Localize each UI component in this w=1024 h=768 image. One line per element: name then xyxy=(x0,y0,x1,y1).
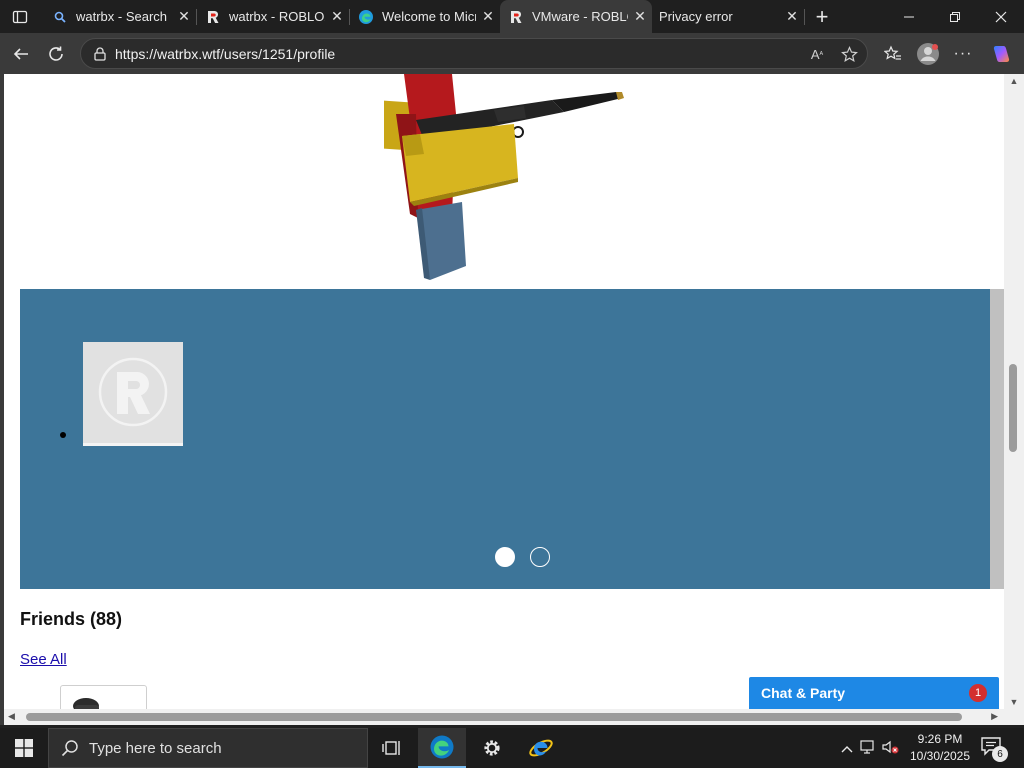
refresh-icon xyxy=(49,46,63,61)
tab-label: VMware - ROBLO xyxy=(532,9,628,24)
friends-heading: Friends (88) xyxy=(20,609,123,629)
start-button[interactable] xyxy=(0,728,48,768)
favorites-button[interactable] xyxy=(878,39,908,69)
taskbar-internet-explorer-app[interactable] xyxy=(517,728,565,768)
notification-center-button[interactable]: 6 xyxy=(980,736,1008,762)
tab-watrbx-search[interactable]: watrbx - Search ✕ xyxy=(44,0,196,33)
back-arrow-icon xyxy=(13,48,28,60)
close-tab-icon[interactable]: ✕ xyxy=(476,5,500,29)
close-icon xyxy=(995,11,1007,22)
tab-welcome-microsoft[interactable]: Welcome to Micr ✕ xyxy=(350,0,500,33)
clock-date: 10/30/2025 xyxy=(909,749,971,763)
carousel-item-thumbnail[interactable] xyxy=(83,342,183,446)
new-tab-button[interactable]: + xyxy=(808,3,836,31)
roblox-logo-placeholder-icon xyxy=(98,357,168,427)
badge-carousel xyxy=(20,289,990,589)
tab-actions-button[interactable] xyxy=(0,0,40,33)
edge-icon xyxy=(358,9,374,25)
tab-privacy-error[interactable]: Privacy error ✕ xyxy=(652,0,804,33)
favorite-star-icon[interactable] xyxy=(839,44,859,64)
roblox-icon xyxy=(508,9,524,25)
edge-icon xyxy=(430,735,454,759)
plus-icon: + xyxy=(815,4,829,29)
tab-actions-icon xyxy=(12,10,28,23)
site-info-icon[interactable] xyxy=(91,45,109,63)
browser-toolbar: https://watrbx.wtf/users/1251/profile Aᴬ… xyxy=(0,33,1024,74)
page-content: Friends (88) See All Chat & Party 1 xyxy=(4,74,1004,709)
close-tab-icon[interactable]: ✕ xyxy=(780,5,804,29)
url-text[interactable]: https://watrbx.wtf/users/1251/profile xyxy=(115,46,335,62)
address-bar[interactable]: https://watrbx.wtf/users/1251/profile Aᴬ xyxy=(80,38,868,69)
system-tray xyxy=(838,728,904,768)
carousel-side-scroll xyxy=(990,289,1004,589)
avatar-3d-render xyxy=(384,74,624,280)
taskbar-search-box[interactable]: Type here to search xyxy=(48,728,368,768)
close-tab-icon[interactable]: ✕ xyxy=(172,5,196,29)
search-placeholder: Type here to search xyxy=(89,739,222,757)
tab-label: Privacy error xyxy=(659,9,733,24)
browser-tab-strip: watrbx - Search ✕ watrbx - ROBLOX ✕ Welc… xyxy=(0,0,1024,33)
horizontal-scrollbar[interactable]: ◀ ▶ xyxy=(4,709,1004,725)
search-icon xyxy=(52,9,68,25)
minimize-button[interactable] xyxy=(886,0,932,33)
avatar-icon xyxy=(917,43,939,65)
restore-icon xyxy=(950,11,960,22)
avatar-render xyxy=(4,74,1004,289)
back-button[interactable] xyxy=(6,39,36,69)
clock-time: 9:26 PM xyxy=(917,732,963,746)
taskbar-settings-app[interactable] xyxy=(468,728,516,768)
scroll-up-arrow-icon[interactable]: ▲ xyxy=(1008,76,1020,86)
taskbar-clock[interactable]: 9:26 PM 10/30/2025 xyxy=(906,731,974,765)
close-tab-icon[interactable]: ✕ xyxy=(325,5,349,29)
scroll-down-arrow-icon[interactable]: ▼ xyxy=(1008,697,1020,707)
favorites-icon xyxy=(884,45,901,60)
chat-label: Chat & Party xyxy=(761,685,846,701)
refresh-button[interactable] xyxy=(41,39,71,69)
restore-button[interactable] xyxy=(932,0,978,33)
tab-label: watrbx - Search xyxy=(76,9,168,24)
internet-explorer-icon xyxy=(529,739,553,757)
tab-watrbx-roblox[interactable]: watrbx - ROBLOX ✕ xyxy=(197,0,349,33)
windows-taskbar: Type here to search 9:26 PM 10/30/2025 6 xyxy=(0,728,1024,768)
see-all-friends-link[interactable]: See All xyxy=(20,651,67,668)
more-dots-icon: ··· xyxy=(953,45,973,62)
search-icon xyxy=(61,740,78,757)
copilot-button[interactable] xyxy=(986,39,1016,69)
carousel-dot-2[interactable] xyxy=(530,547,550,567)
task-view-button[interactable] xyxy=(368,728,416,768)
close-tab-icon[interactable]: ✕ xyxy=(628,5,652,29)
scrollbar-corner xyxy=(1004,709,1024,725)
list-bullet xyxy=(60,432,66,438)
copilot-icon xyxy=(993,46,1010,62)
chat-and-party-bar[interactable]: Chat & Party 1 xyxy=(749,677,999,709)
read-aloud-icon[interactable]: Aᴬ xyxy=(807,44,827,64)
notification-count-badge: 6 xyxy=(992,746,1008,762)
volume-muted-icon[interactable] xyxy=(882,740,904,757)
gear-icon xyxy=(484,740,500,756)
show-hidden-icons-chevron-icon[interactable] xyxy=(838,741,856,756)
scroll-left-arrow-icon[interactable]: ◀ xyxy=(8,711,15,722)
roblox-icon xyxy=(205,9,221,25)
friend-card[interactable] xyxy=(60,685,147,709)
windows-logo-icon xyxy=(15,739,33,757)
close-window-button[interactable] xyxy=(978,0,1024,33)
friend-avatar xyxy=(73,698,99,709)
minimize-icon xyxy=(904,16,914,17)
profile-button[interactable] xyxy=(913,39,943,69)
vertical-scroll-thumb[interactable] xyxy=(1009,364,1017,452)
carousel-dot-1[interactable] xyxy=(495,547,515,567)
settings-more-button[interactable]: ··· xyxy=(948,39,978,69)
tab-vmware-roblox[interactable]: VMware - ROBLO ✕ xyxy=(500,0,652,33)
task-view-icon xyxy=(382,741,400,755)
tab-divider xyxy=(804,9,805,25)
horizontal-scroll-thumb[interactable] xyxy=(26,713,962,721)
tab-label: watrbx - ROBLOX xyxy=(229,9,325,24)
scroll-right-arrow-icon[interactable]: ▶ xyxy=(991,711,998,722)
tab-label: Welcome to Micr xyxy=(382,9,476,24)
chat-unread-badge: 1 xyxy=(969,684,987,702)
taskbar-edge-app[interactable] xyxy=(418,728,466,768)
vertical-scrollbar[interactable]: ▲ ▼ xyxy=(1004,74,1024,709)
network-icon[interactable] xyxy=(860,739,882,757)
